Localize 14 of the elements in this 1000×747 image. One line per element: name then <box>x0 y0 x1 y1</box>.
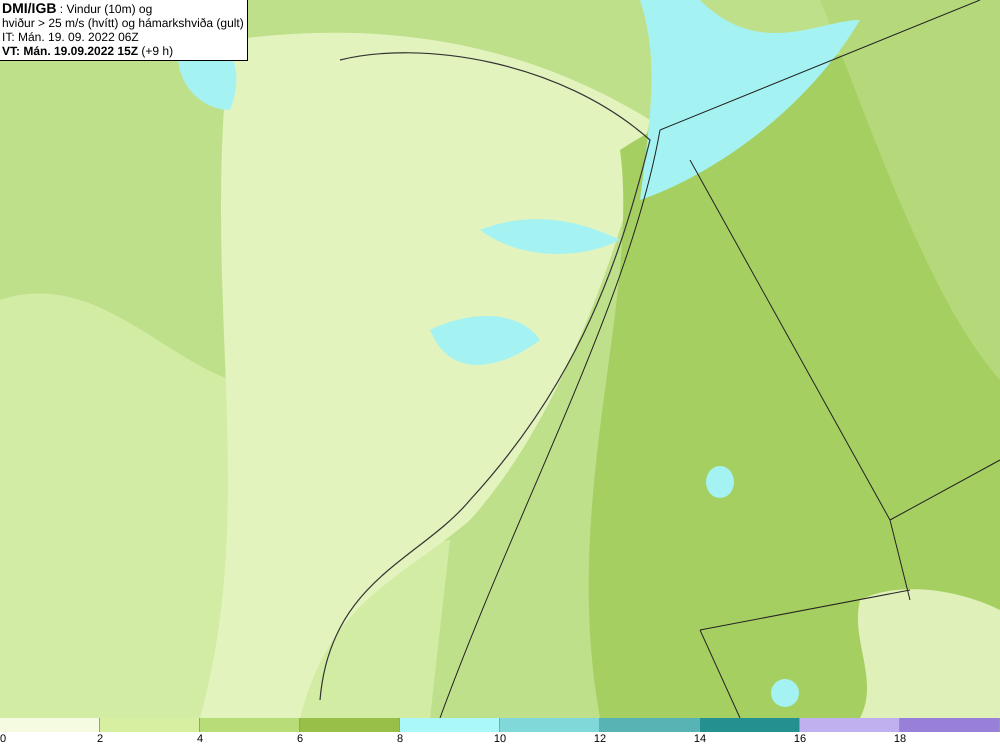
tick-label: 6 <box>296 733 304 745</box>
legend-text: IT: Mán. 19. 09. 2022 06Z <box>2 30 140 44</box>
tick-label: 8 <box>396 733 404 745</box>
tick-label: 4 <box>196 733 204 745</box>
legend-text: VT: Mán. 19.09.2022 15Z (+9 h) <box>2 44 174 58</box>
tick-label: 14 <box>694 733 706 745</box>
tick-label: 10 <box>494 733 506 745</box>
tick-label: 2 <box>96 733 104 745</box>
legend-text: hviður > 25 m/s (hvítt) og hámarkshviða (gult) <box>2 16 244 30</box>
tick-label: 0 <box>0 733 6 745</box>
legend-text: DMI/IGB : Vindur (10m) og <box>2 1 154 16</box>
tick-label: 12 <box>594 733 606 745</box>
tick-label: 18 <box>894 733 906 745</box>
tick-label: 16 <box>794 733 806 745</box>
